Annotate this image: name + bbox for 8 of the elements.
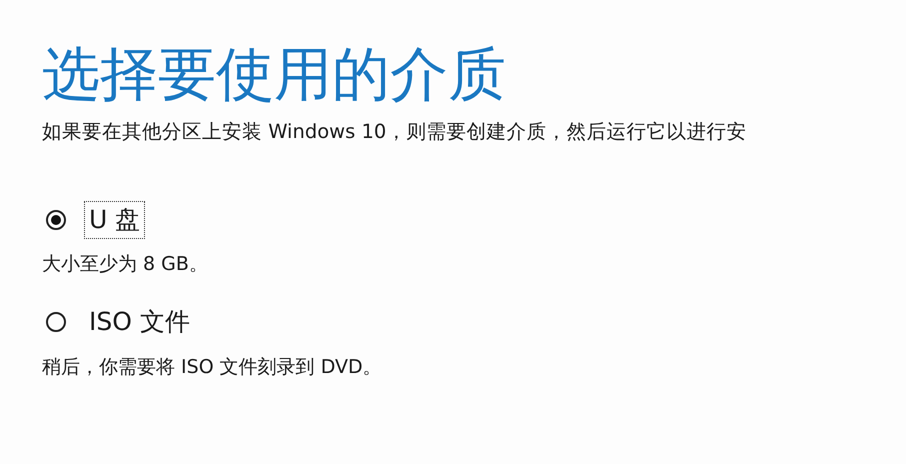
page-title: 选择要使用的介质 xyxy=(42,40,506,110)
option-label[interactable]: ISO 文件 xyxy=(84,303,195,342)
radio-button[interactable] xyxy=(46,210,66,230)
option-description: 大小至少为 8 GB。 xyxy=(42,252,209,278)
radio-button[interactable] xyxy=(46,312,66,332)
option-label[interactable]: U 盘 xyxy=(84,200,146,240)
option-description: 稍后，你需要将 ISO 文件刻录到 DVD。 xyxy=(42,354,383,380)
instruction-text: 如果要在其他分区上安装 Windows 10，则需要创建介质，然后运行它以进行安 xyxy=(42,118,746,145)
